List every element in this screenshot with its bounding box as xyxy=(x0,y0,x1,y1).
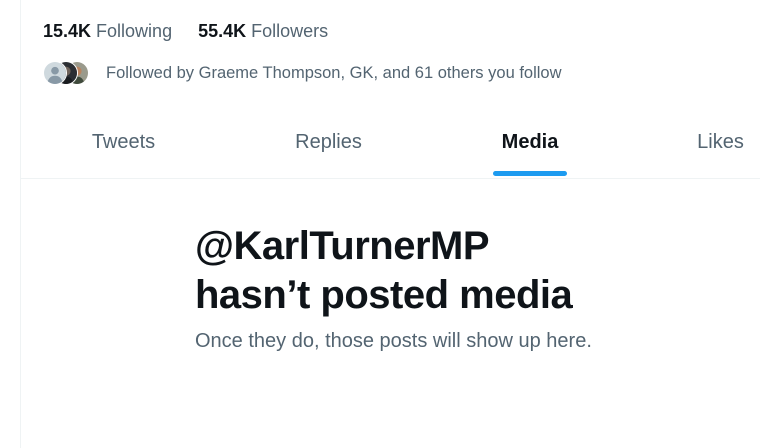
tab-label: Replies xyxy=(295,131,362,153)
column-divider xyxy=(20,0,21,448)
avatar xyxy=(43,61,67,85)
following-label: Following xyxy=(96,20,173,41)
tab-likes[interactable]: Likes xyxy=(629,112,760,174)
followers-count: 55.4K xyxy=(198,20,247,41)
tab-media[interactable]: Media xyxy=(431,112,629,176)
profile-page: 15.4K Following 55.4K Followers Followed… xyxy=(0,0,760,448)
follow-stats: 15.4K Following 55.4K Followers xyxy=(43,20,328,42)
active-tab-indicator xyxy=(493,171,567,176)
following-link[interactable]: 15.4K Following xyxy=(43,21,172,42)
tab-tweets[interactable]: Tweets xyxy=(21,112,226,174)
followers-label: Followers xyxy=(251,20,329,41)
empty-state-title-line2: hasn’t posted media xyxy=(195,273,573,317)
profile-tabs: Tweets Replies Media Likes xyxy=(21,112,760,179)
empty-state: @KarlTurnerMP hasn’t posted media Once t… xyxy=(195,222,735,353)
followed-by-link[interactable]: Followed by Graeme Thompson, GK, and 61 … xyxy=(43,58,562,88)
followers-link[interactable]: 55.4K Followers xyxy=(198,21,328,42)
following-count: 15.4K xyxy=(43,20,92,41)
tab-label: Media xyxy=(501,131,559,153)
tab-label: Likes xyxy=(697,131,744,153)
tab-replies[interactable]: Replies xyxy=(226,112,431,174)
empty-state-subtitle: Once they do, those posts will show up h… xyxy=(195,330,592,352)
tab-label: Tweets xyxy=(91,131,156,153)
empty-state-title: @KarlTurnerMP hasn’t posted media xyxy=(195,222,735,320)
followed-by-text: Followed by Graeme Thompson, GK, and 61 … xyxy=(106,63,562,82)
follower-avatars xyxy=(43,59,93,87)
empty-state-title-line1: @KarlTurnerMP xyxy=(195,224,490,268)
